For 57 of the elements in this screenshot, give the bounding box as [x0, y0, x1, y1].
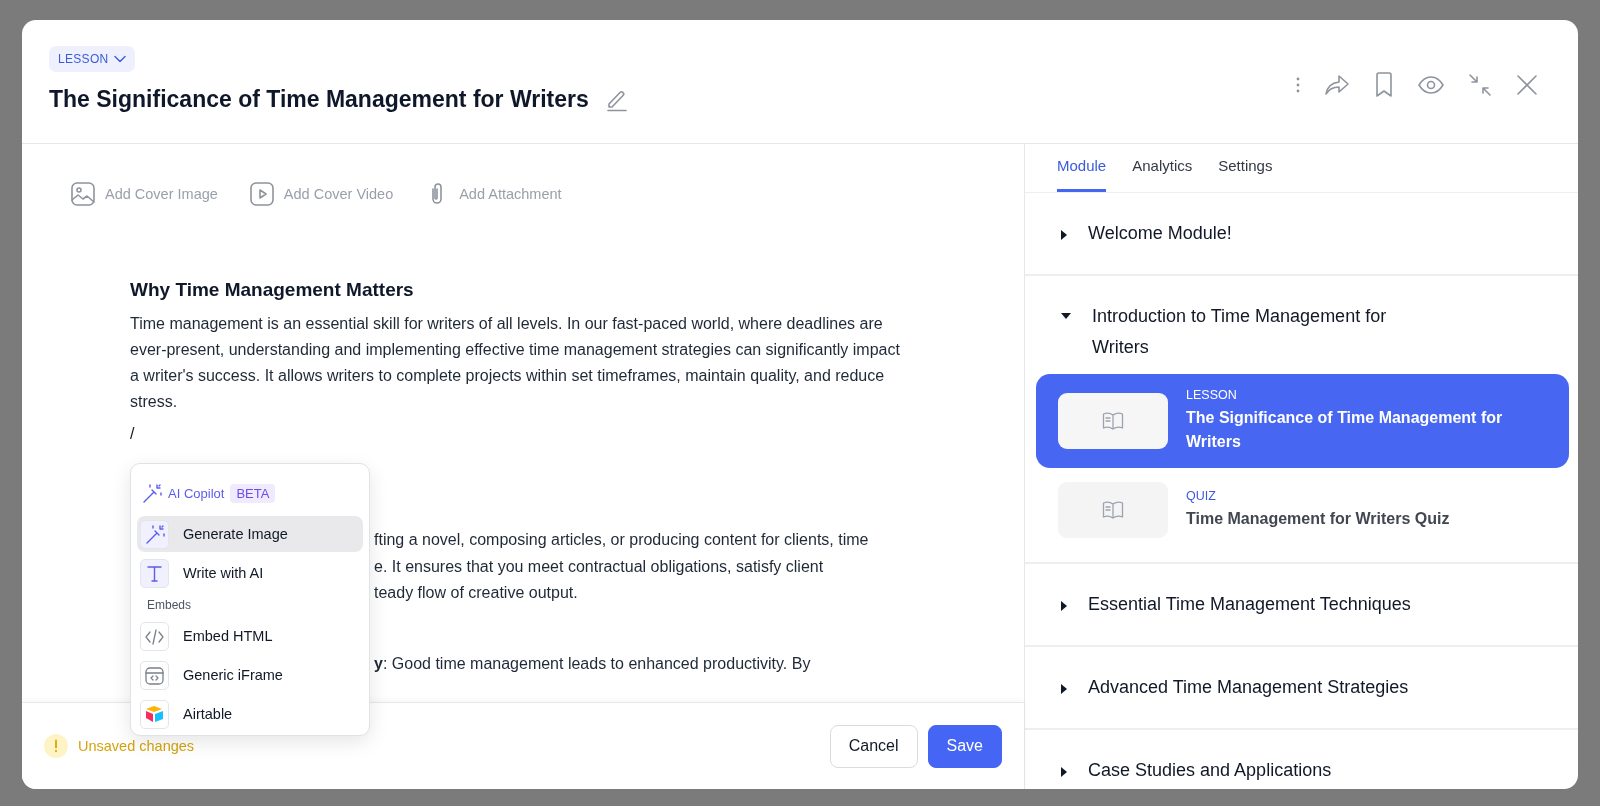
book-icon: [1102, 500, 1124, 520]
beta-badge: BETA: [230, 484, 276, 503]
module-title[interactable]: Introduction to Time Management for Writers: [1092, 301, 1437, 363]
menu-item[interactable]: Write with AI: [137, 555, 363, 591]
module-title[interactable]: Advanced Time Management Strategies: [1088, 672, 1433, 703]
eye-icon: [1418, 76, 1444, 94]
share-arrow-icon: [1324, 74, 1350, 96]
paragraph: Time management is an essential skill for writers of all levels. In our fast-paced world, where deadlines are ever-present, understanding and implementing effective time management strategies can significantly impact a writer's success. It allows writers to complete projects within set timeframes, maintain quality, and reduce stress.: [130, 314, 901, 412]
bookmark-icon: [1374, 72, 1394, 98]
item-type-label: LESSON: [1186, 388, 1238, 402]
tab[interactable]: Analytics: [1132, 144, 1193, 192]
paragraph-line: fting a novel, composing articles, or producing content for clients, time: [374, 530, 870, 550]
more-options-icon: [1296, 77, 1300, 93]
magic-wand-icon: [141, 483, 162, 504]
close-icon: [1516, 74, 1538, 96]
caret-right-icon[interactable]: [1060, 600, 1068, 612]
lesson-type-dropdown[interactable]: LESSON: [49, 46, 135, 72]
slash-command-text: /: [130, 424, 136, 444]
tab[interactable]: Settings: [1218, 144, 1273, 192]
code-tile-icon: [140, 621, 169, 651]
caret-right-icon[interactable]: [1060, 766, 1068, 778]
menu-item[interactable]: Embed HTML: [137, 618, 363, 654]
menu-item[interactable]: Generate Image: [137, 516, 363, 552]
cancel-button[interactable]: Cancel: [829, 724, 918, 768]
airtable-tile-icon: [140, 699, 169, 729]
lesson-title: The Significance of Time Management for Writers: [49, 86, 589, 113]
warning-icon: [44, 734, 68, 758]
section-heading: Why Time Management Matters: [130, 279, 415, 301]
book-icon: [1102, 411, 1124, 431]
paragraph-line: teady flow of creative output.: [374, 583, 579, 603]
magic-wand-tile-icon: [140, 519, 169, 549]
play-icon: [249, 182, 274, 206]
text-tile-icon: [140, 558, 169, 588]
caret-right-icon[interactable]: [1060, 229, 1068, 241]
caret-down-icon[interactable]: [1060, 312, 1072, 320]
module-title[interactable]: Welcome Module!: [1088, 218, 1433, 249]
unsaved-status: Unsaved changes: [78, 738, 195, 754]
section-label: AI Copilot: [168, 486, 225, 501]
item-title: Time Management for Writers Quiz: [1186, 509, 1451, 529]
menu-item[interactable]: Airtable: [137, 696, 363, 732]
save-button[interactable]: Save: [927, 724, 1002, 768]
item-title: The Significance of Time Management for Writers: [1186, 408, 1504, 452]
lesson-item[interactable]: QUIZ Time Management for Writers Quiz: [1036, 468, 1569, 552]
tab[interactable]: Module: [1057, 144, 1107, 192]
section-label: Embeds: [146, 597, 193, 614]
collapse-icon: [1468, 73, 1492, 97]
module-title[interactable]: Essential Time Management Techniques: [1088, 589, 1433, 620]
chevron-down-icon: [113, 55, 126, 63]
item-type-label: QUIZ: [1186, 489, 1217, 503]
paragraph-line: y: Good time management leads to enhanced productivity. By: [374, 653, 812, 674]
caret-right-icon[interactable]: [1060, 683, 1068, 695]
paragraph-line: e. It ensures that you meet contractual obligations, satisfy client: [374, 556, 825, 577]
lesson-item[interactable]: LESSON The Significance of Time Management for Writers: [1036, 374, 1569, 468]
window-tile-icon: [140, 660, 169, 690]
image-icon: [71, 182, 95, 206]
module-title[interactable]: Case Studies and Applications: [1088, 755, 1433, 786]
menu-item[interactable]: Generic iFrame: [137, 657, 363, 693]
